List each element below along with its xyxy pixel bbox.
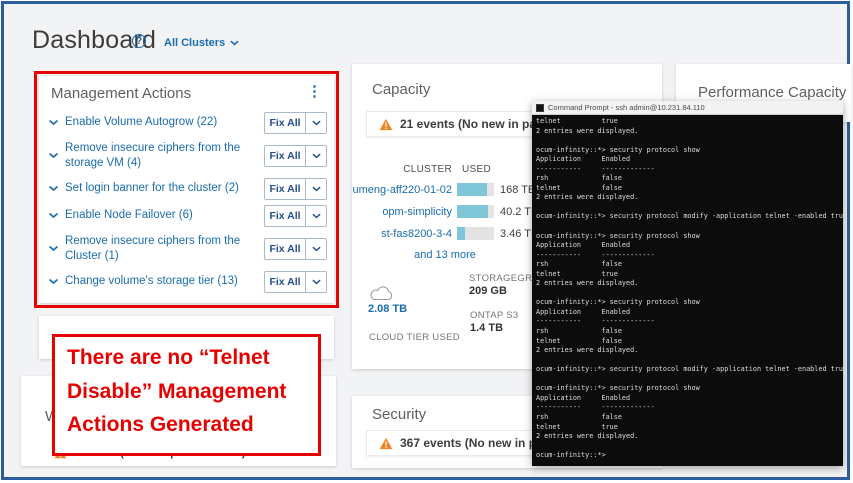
fix-all-dropdown-button[interactable]: [306, 111, 327, 134]
performance-capacity-title: Performance Capacity: [698, 84, 847, 101]
ontap-s3-value: 1.4 TB: [470, 322, 504, 334]
terminal-body[interactable]: telnet true 2 entries were displayed. oc…: [532, 115, 843, 466]
capacity-usage-bar: [457, 227, 494, 240]
cloud-tier-used-value[interactable]: 2.08 TB: [368, 303, 407, 315]
fix-all-button[interactable]: Fix All: [264, 270, 306, 293]
fix-all-button[interactable]: Fix All: [264, 204, 306, 227]
management-action-row: Enable Node Failover (6) Fix All: [48, 202, 327, 229]
fix-all-split-button: Fix All: [264, 270, 327, 293]
fix-all-button[interactable]: Fix All: [264, 237, 306, 260]
expand-chevron-icon[interactable]: [48, 185, 59, 192]
fix-all-button[interactable]: Fix All: [264, 111, 306, 134]
management-action-row: Enable Volume Autogrow (22) Fix All: [48, 109, 327, 136]
cluster-name-link[interactable]: opm-simplicity: [352, 206, 452, 218]
fix-all-split-button: Fix All: [264, 111, 327, 134]
cluster-selector-dropdown[interactable]: All Clusters: [164, 37, 239, 49]
management-action-row: Remove insecure ciphers from the storage…: [48, 136, 327, 175]
capacity-used-value: 168 TB: [500, 183, 536, 196]
fix-all-dropdown-button[interactable]: [306, 144, 327, 167]
storagegrid-value: 209 GB: [469, 285, 507, 297]
ontap-s3-label: ONTAP S3: [470, 310, 519, 321]
management-action-label[interactable]: Remove insecure ciphers from the Cluster…: [65, 234, 258, 264]
capacity-usage-bar: [457, 183, 494, 196]
fix-all-dropdown-button[interactable]: [306, 204, 327, 227]
cluster-name-link[interactable]: st-fas8200-3-4: [352, 228, 452, 240]
expand-chevron-icon[interactable]: [48, 212, 59, 219]
screenshot-frame: Dashboard ? All Clusters Management Acti…: [1, 1, 851, 480]
fix-all-split-button: Fix All: [264, 144, 327, 167]
fix-all-button[interactable]: Fix All: [264, 177, 306, 200]
warning-icon: [379, 118, 393, 130]
cloud-icon: [370, 286, 393, 301]
fix-all-split-button: Fix All: [264, 177, 327, 200]
cluster-selector-label: All Clusters: [164, 37, 226, 49]
management-action-row: Set login banner for the cluster (2) Fix…: [48, 175, 327, 202]
help-icon[interactable]: ?: [132, 34, 146, 48]
terminal-title: Command Prompt - ssh admin@10.231.84.110: [548, 103, 705, 112]
management-action-row: Change volume's storage tier (13) Fix Al…: [48, 268, 327, 295]
fix-all-dropdown-button[interactable]: [306, 237, 327, 260]
cluster-name-link[interactable]: umeng-aff220-01-02: [352, 184, 452, 196]
column-header-used: USED: [462, 164, 491, 175]
security-title: Security: [372, 406, 427, 423]
warning-icon: [379, 437, 393, 449]
management-actions-list: Enable Volume Autogrow (22) Fix All Remo…: [39, 102, 334, 295]
capacity-usage-bar: [457, 205, 494, 218]
management-action-row: Remove insecure ciphers from the Cluster…: [48, 229, 327, 268]
expand-chevron-icon[interactable]: [48, 245, 59, 252]
management-action-label[interactable]: Enable Node Failover (6): [65, 208, 258, 223]
management-actions-title: Management Actions: [51, 85, 192, 102]
annotation-note: There are no “Telnet Disable” Management…: [52, 334, 321, 456]
management-action-label[interactable]: Set login banner for the cluster (2): [65, 181, 258, 196]
expand-chevron-icon[interactable]: [48, 278, 59, 285]
expand-chevron-icon[interactable]: [48, 119, 59, 126]
capacity-title: Capacity: [372, 81, 431, 98]
expand-chevron-icon[interactable]: [48, 152, 59, 159]
chevron-down-icon: [230, 37, 239, 49]
annotation-text: There are no “Telnet Disable” Management…: [67, 346, 287, 437]
terminal-output: telnet true 2 entries were displayed. oc…: [536, 117, 843, 460]
fix-all-split-button: Fix All: [264, 204, 327, 227]
management-action-label[interactable]: Enable Volume Autogrow (22): [65, 115, 258, 130]
fix-all-button[interactable]: Fix All: [264, 144, 306, 167]
management-action-label[interactable]: Remove insecure ciphers from the storage…: [65, 141, 258, 171]
cloud-tier-used-label: CLOUD TIER USED: [369, 332, 460, 343]
management-action-label[interactable]: Change volume's storage tier (13): [65, 274, 258, 289]
fix-all-split-button: Fix All: [264, 237, 327, 260]
more-clusters-link[interactable]: and 13 more: [370, 249, 520, 261]
management-actions-panel: Management Actions ⋮ Enable Volume Autog…: [39, 76, 334, 303]
fix-all-dropdown-button[interactable]: [306, 177, 327, 200]
kebab-menu-icon[interactable]: ⋮: [307, 84, 322, 99]
command-prompt-window[interactable]: Command Prompt - ssh admin@10.231.84.110…: [532, 101, 843, 466]
terminal-title-bar[interactable]: Command Prompt - ssh admin@10.231.84.110: [532, 101, 843, 115]
fix-all-dropdown-button[interactable]: [306, 270, 327, 293]
column-header-cluster: CLUSTER: [403, 164, 452, 175]
command-prompt-icon: [536, 103, 544, 112]
